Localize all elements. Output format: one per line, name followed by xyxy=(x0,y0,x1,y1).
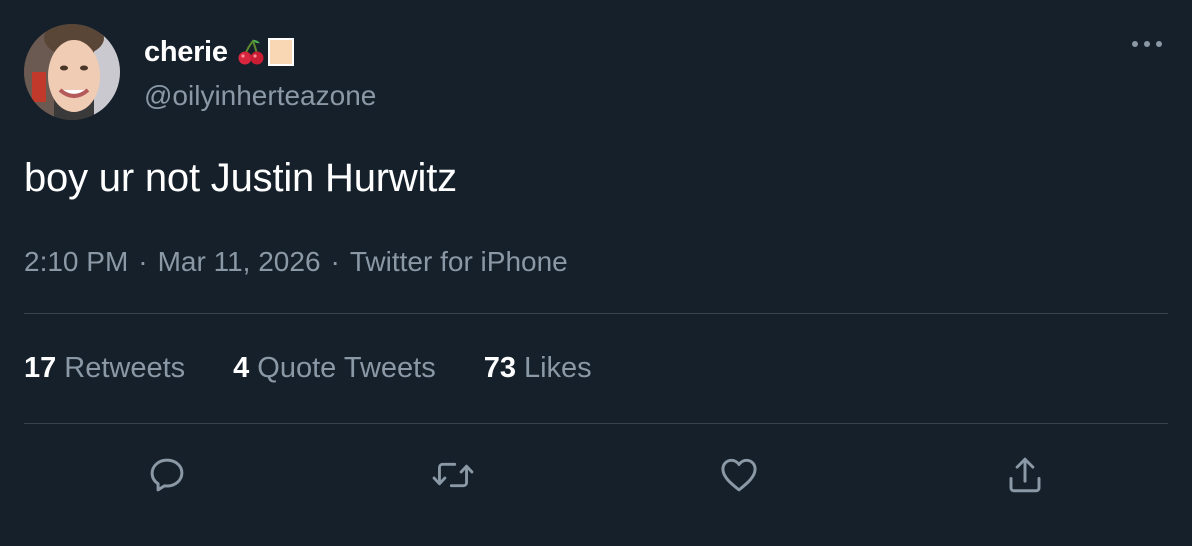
heart-icon xyxy=(721,458,757,492)
display-name[interactable]: cherie xyxy=(144,36,228,69)
divider xyxy=(24,423,1168,424)
retweets-stat[interactable]: 17 Retweets xyxy=(24,352,185,385)
tweet-date[interactable]: Mar 11, 2026 xyxy=(158,246,321,278)
cherries-emoji xyxy=(238,39,264,65)
quote-tweets-label: Quote Tweets xyxy=(257,352,436,384)
tweet-meta: 2:10 PM · Mar 11, 2026 · Twitter for iPh… xyxy=(24,246,568,278)
tweet-source[interactable]: Twitter for iPhone xyxy=(350,246,568,278)
tweet-detail: cherie @oilyinherteazone boy ur not Just… xyxy=(0,0,1192,546)
share-button[interactable] xyxy=(1000,450,1050,500)
engagement-stats: 17 Retweets 4 Quote Tweets 73 Likes xyxy=(24,352,640,385)
meta-separator: · xyxy=(330,246,340,277)
tweet-time[interactable]: 2:10 PM xyxy=(24,246,128,278)
beige-square-emoji xyxy=(267,38,294,66)
divider xyxy=(24,313,1168,314)
share-icon xyxy=(1009,457,1041,493)
like-button[interactable] xyxy=(714,450,764,500)
quote-tweets-stat[interactable]: 4 Quote Tweets xyxy=(233,352,436,385)
reply-button[interactable] xyxy=(142,450,192,500)
likes-stat[interactable]: 73 Likes xyxy=(484,352,592,385)
likes-count: 73 xyxy=(483,352,516,384)
reply-icon xyxy=(150,458,184,492)
retweets-label: Retweets xyxy=(64,352,186,384)
likes-label: Likes xyxy=(523,352,592,384)
user-handle[interactable]: @oilyinherteazone xyxy=(144,80,376,112)
name-emojis xyxy=(236,37,294,67)
avatar[interactable] xyxy=(24,24,120,120)
retweets-count: 17 xyxy=(24,352,57,384)
name-row: cherie xyxy=(144,34,294,70)
tweet-text: boy ur not Justin Hurwitz xyxy=(24,156,457,200)
quote-tweets-count: 4 xyxy=(233,352,250,384)
meta-separator: · xyxy=(138,246,148,277)
more-dots-icon[interactable] xyxy=(1127,30,1167,58)
action-bar xyxy=(0,450,1192,500)
retweet-button[interactable] xyxy=(428,450,478,500)
retweet-icon xyxy=(432,462,474,488)
